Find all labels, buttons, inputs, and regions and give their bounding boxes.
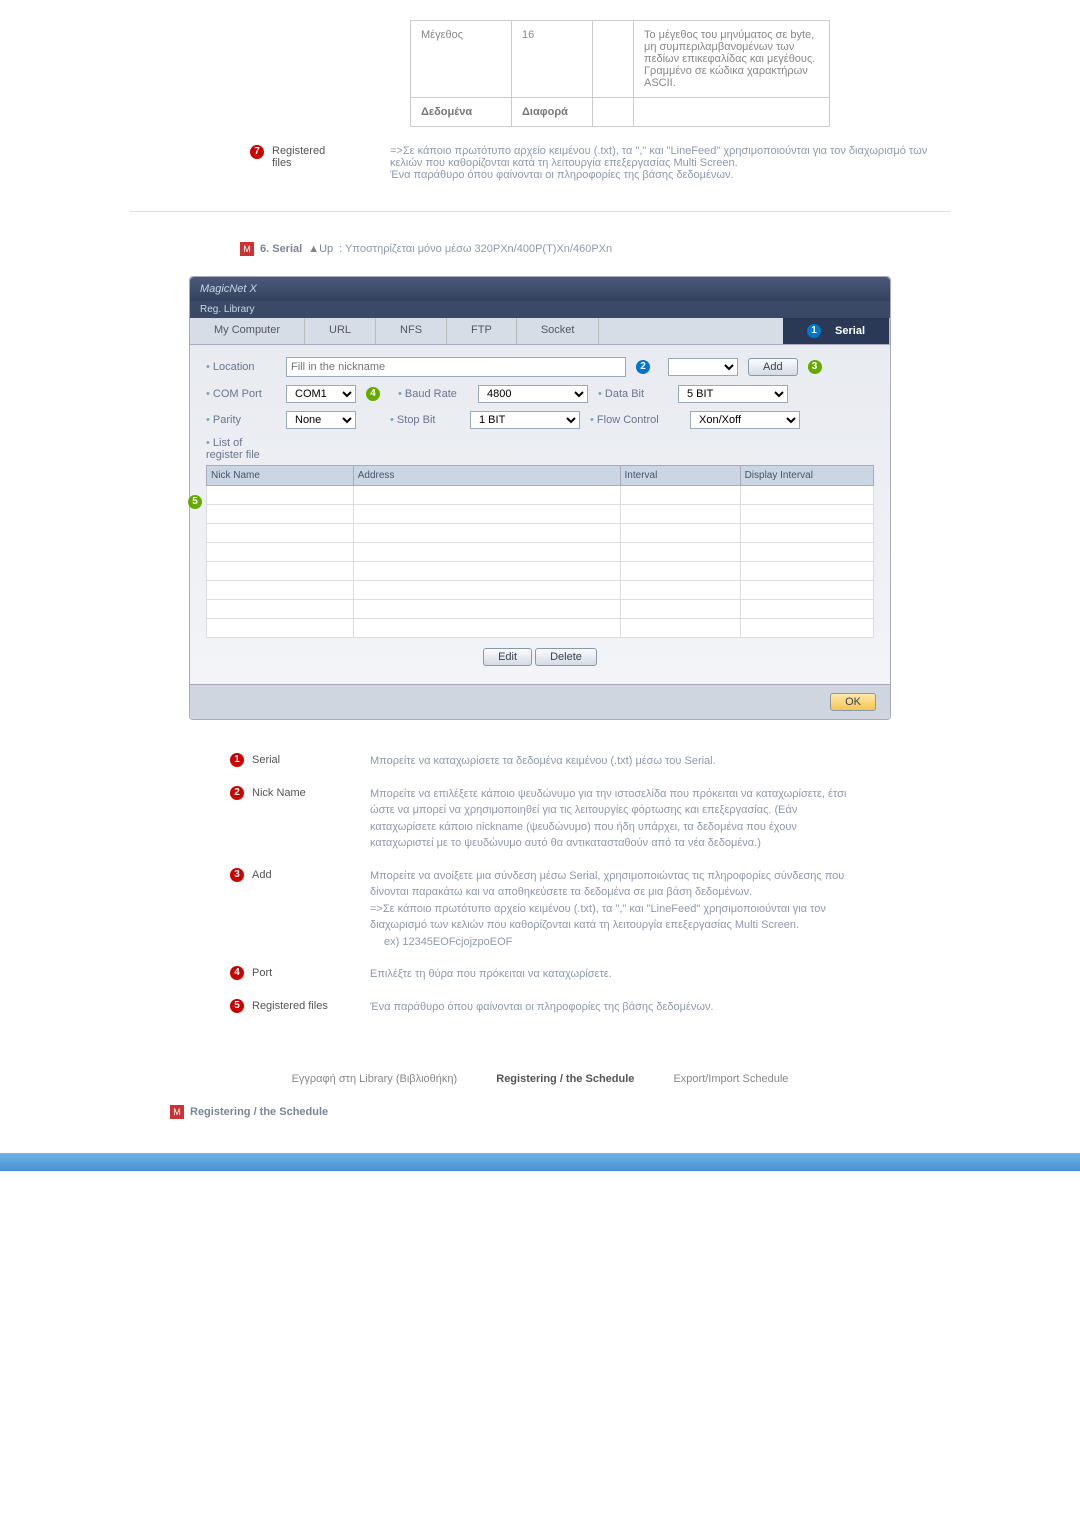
tab-my-computer[interactable]: My Computer xyxy=(190,318,305,344)
ok-button[interactable]: OK xyxy=(830,693,876,711)
data-label: Δεδομένα xyxy=(411,98,512,127)
bullet-5-icon: 5 xyxy=(188,495,202,509)
baud-rate-label: Baud Rate xyxy=(398,388,468,400)
serial-panel: MagicNet X Reg. Library My Computer URL … xyxy=(189,276,891,720)
table-row xyxy=(207,505,874,524)
location-input[interactable] xyxy=(286,357,626,377)
up-link[interactable]: ▲Up xyxy=(308,243,333,255)
bottom-nav: Εγγραφή στη Library (Βιβλιοθήκη) Registe… xyxy=(130,1073,950,1085)
bullet-1-desc-icon: 1 xyxy=(230,753,244,767)
table-row xyxy=(207,619,874,638)
reg-title: Registering / the Schedule xyxy=(190,1106,328,1118)
section-icon: M xyxy=(240,242,254,256)
add-desc-label: Add xyxy=(252,869,272,881)
stop-bit-label: Stop Bit xyxy=(390,414,460,426)
register-file-table: Nick Name Address Interval Display Inter… xyxy=(206,465,874,638)
data-bit-label: Data Bit xyxy=(598,388,668,400)
size-table: Μέγεθος 16 Το μέγεθος του μηνύματος σε b… xyxy=(410,20,830,127)
link-library[interactable]: Εγγραφή στη Library (Βιβλιοθήκη) xyxy=(292,1073,458,1085)
registered-files-label: Registered files xyxy=(272,145,340,169)
data-bit-select[interactable]: 5 BIT xyxy=(678,385,788,403)
bullet-2-icon: 2 xyxy=(636,360,650,374)
add-desc-text: Μπορείτε να ανοίξετε μια σύνδεση μέσω Se… xyxy=(370,868,850,951)
tab-socket[interactable]: Socket xyxy=(517,318,600,344)
description-block: 1 Serial Μπορείτε να καταχωρίσετε τα δεδο… xyxy=(230,745,850,1023)
col-interval: Interval xyxy=(620,466,740,486)
section-6-header: M 6. Serial ▲Up : Υποστηρίζεται μόνο μέσ… xyxy=(240,242,950,256)
flow-control-label: Flow Control xyxy=(590,414,680,426)
col-display-interval: Display Interval xyxy=(740,466,873,486)
col-nickname: Nick Name xyxy=(207,466,354,486)
location-select[interactable] xyxy=(668,358,738,376)
bullet-4-desc-icon: 4 xyxy=(230,966,244,980)
delete-button[interactable]: Delete xyxy=(535,648,597,666)
parity-label: Parity xyxy=(206,414,276,426)
com-port-label: COM Port xyxy=(206,388,276,400)
reg-icon: M xyxy=(170,1105,184,1119)
size-value: 16 xyxy=(512,21,593,98)
diff-label: Διαφορά xyxy=(512,98,593,127)
footer-bar xyxy=(0,1153,1080,1171)
tab-ftp[interactable]: FTP xyxy=(447,318,517,344)
port-desc-label: Port xyxy=(252,967,272,979)
regfiles-desc-label: Registered files xyxy=(252,1000,328,1012)
divider xyxy=(130,211,950,212)
bullet-4-icon: 4 xyxy=(366,387,380,401)
size-desc: Το μέγεθος του μηνύματος σε byte, μη συμ… xyxy=(634,21,830,98)
table-row xyxy=(207,524,874,543)
bullet-2-desc-icon: 2 xyxy=(230,786,244,800)
table-row xyxy=(207,562,874,581)
table-row xyxy=(207,581,874,600)
bullet-1-icon: 1 xyxy=(807,324,821,338)
bullet-5-desc-icon: 5 xyxy=(230,999,244,1013)
port-desc-text: Επιλέξτε τη θύρα που πρόκειται να καταχω… xyxy=(370,966,850,983)
list-register-label: List of register file xyxy=(206,437,276,461)
table-row xyxy=(207,543,874,562)
bullet-3-desc-icon: 3 xyxy=(230,868,244,882)
panel-tabs: My Computer URL NFS FTP Socket 1Serial xyxy=(190,318,890,345)
nickname-desc-text: Μπορείτε να επιλέξετε κάποιο ψευδώνυμο γ… xyxy=(370,786,850,852)
edit-button[interactable]: Edit xyxy=(483,648,532,666)
tab-url[interactable]: URL xyxy=(305,318,376,344)
section-title: 6. Serial xyxy=(260,243,302,255)
tab-serial[interactable]: 1Serial xyxy=(783,318,890,344)
stop-bit-select[interactable]: 1 BIT xyxy=(470,411,580,429)
baud-rate-select[interactable]: 4800 xyxy=(478,385,588,403)
col-address: Address xyxy=(353,466,620,486)
bullet-7-icon: 7 xyxy=(250,145,264,159)
serial-desc-label: Serial xyxy=(252,754,280,766)
parity-select[interactable]: None xyxy=(286,411,356,429)
add-button[interactable]: Add xyxy=(748,358,798,376)
serial-desc-text: Μπορείτε να καταχωρίσετε τα δεδομένα κει… xyxy=(370,753,850,770)
link-registering-schedule[interactable]: Registering / the Schedule xyxy=(496,1073,634,1085)
link-export-import[interactable]: Export/Import Schedule xyxy=(673,1073,788,1085)
bullet-3-icon: 3 xyxy=(808,360,822,374)
size-label: Μέγεθος xyxy=(411,21,512,98)
section-desc: : Υποστηρίζεται μόνο μέσω 320PXn/400P(T)… xyxy=(339,243,612,255)
panel-subtitle: Reg. Library xyxy=(190,301,890,318)
registered-files-row: 7 Registered files =>Σε κάποιο πρωτότυπο… xyxy=(250,145,950,181)
registered-files-text: =>Σε κάποιο πρωτότυπο αρχείο κειμένου (.… xyxy=(390,145,950,181)
spacer-cell xyxy=(593,21,634,98)
nickname-desc-label: Nick Name xyxy=(252,787,306,799)
app-title: MagicNet X xyxy=(200,283,257,295)
table-row: 5 xyxy=(207,486,874,505)
tab-nfs[interactable]: NFS xyxy=(376,318,447,344)
flow-control-select[interactable]: Xon/Xoff xyxy=(690,411,800,429)
com-port-select[interactable]: COM1 xyxy=(286,385,356,403)
table-row xyxy=(207,600,874,619)
location-label: Location xyxy=(206,361,276,373)
registering-schedule-header: M Registering / the Schedule xyxy=(170,1105,950,1119)
regfiles-desc-text: Ένα παράθυρο όπου φαίνονται οι πληροφορί… xyxy=(370,999,850,1016)
